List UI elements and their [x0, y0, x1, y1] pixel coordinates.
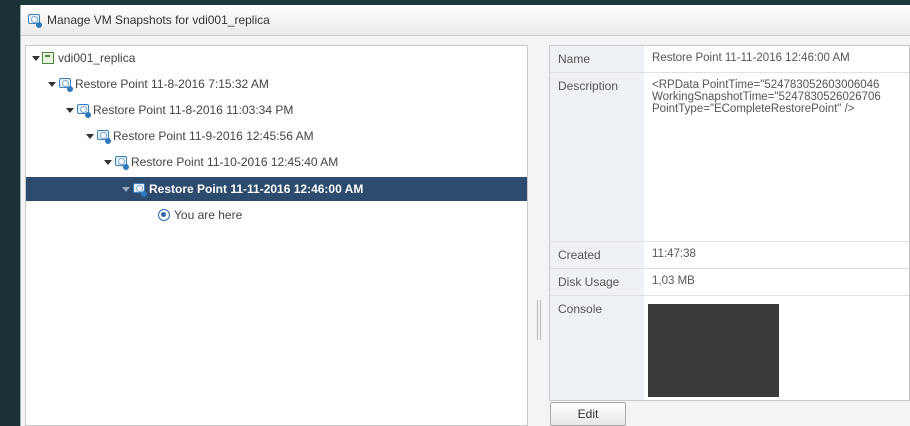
chevron-down-icon[interactable]: [48, 81, 56, 87]
tree-item-snapshot[interactable]: Restore Point 11-8-2016 7:15:32 AM: [26, 72, 527, 96]
disk-usage-value: 1,03 MB: [652, 275, 695, 287]
snapshot-icon: [58, 77, 73, 92]
snapshot-icon: [76, 103, 91, 118]
description-value: <RPData PointTime="524783052603006046 Wo…: [644, 73, 909, 241]
snapshot-details: Name Restore Point 11-11-2016 12:46:00 A…: [549, 45, 910, 401]
name-value: Restore Point 11-11-2016 12:46:00 AM: [652, 52, 850, 64]
description-line: PointType="ECompleteRestorePoint" />: [652, 103, 855, 115]
created-row: Created 11:47:38: [550, 242, 909, 269]
tree-item-you-are-here[interactable]: You are here: [26, 203, 527, 227]
dialog-title: Manage VM Snapshots for vdi001_replica: [47, 13, 270, 27]
snapshot-icon: [96, 129, 111, 144]
disk-usage-label: Disk Usage: [550, 269, 644, 295]
description-line: WorkingSnapshotTime="5247830526026706: [652, 91, 881, 103]
console-value: [644, 296, 909, 400]
tree-item-snapshot-selected[interactable]: Restore Point 11-11-2016 12:46:00 AM: [26, 177, 527, 201]
desktop-background: [0, 0, 20, 426]
chevron-down-icon[interactable]: [122, 186, 130, 192]
console-row: Console: [550, 296, 909, 400]
tree-item-label: Restore Point 11-8-2016 7:15:32 AM: [75, 77, 269, 91]
disk-usage-row: Disk Usage 1,03 MB: [550, 269, 909, 296]
chevron-down-icon[interactable]: [86, 133, 94, 139]
console-label: Console: [550, 296, 644, 400]
dialog-titlebar: Manage VM Snapshots for vdi001_replica: [21, 5, 910, 36]
tree-root-vm[interactable]: vdi001_replica: [26, 46, 527, 70]
you-are-here-label: You are here: [174, 208, 243, 222]
tree-root-label: vdi001_replica: [58, 51, 136, 65]
description-line: <RPData PointTime="524783052603006046: [652, 79, 880, 91]
you-are-here-icon: [158, 209, 170, 221]
console-thumbnail[interactable]: [648, 304, 779, 397]
tree-item-label: Restore Point 11-11-2016 12:46:00 AM: [149, 182, 364, 196]
tree-item-label: Restore Point 11-8-2016 11:03:34 PM: [93, 103, 294, 117]
name-label: Name: [550, 46, 644, 72]
description-row: Description <RPData PointTime="524783052…: [550, 73, 909, 242]
tree-item-snapshot[interactable]: Restore Point 11-10-2016 12:45:40 AM: [26, 150, 527, 174]
vm-icon: [42, 52, 54, 64]
created-label: Created: [550, 242, 644, 268]
tree-item-label: Restore Point 11-10-2016 12:45:40 AM: [131, 155, 339, 169]
tree-item-snapshot[interactable]: Restore Point 11-9-2016 12:45:56 AM: [26, 124, 527, 148]
snapshot-tree: vdi001_replica Restore Point 11-8-2016 7…: [25, 45, 528, 426]
name-row: Name Restore Point 11-11-2016 12:46:00 A…: [550, 46, 909, 73]
vm-snapshot-icon: [27, 13, 42, 28]
edit-button[interactable]: Edit: [550, 402, 626, 426]
snapshot-icon: [132, 182, 147, 197]
chevron-down-icon[interactable]: [104, 159, 112, 165]
tree-item-snapshot[interactable]: Restore Point 11-8-2016 11:03:34 PM: [26, 98, 527, 122]
snapshot-icon: [114, 155, 129, 170]
chevron-down-icon[interactable]: [32, 55, 40, 61]
panel-splitter[interactable]: [537, 300, 541, 340]
tree-item-label: Restore Point 11-9-2016 12:45:56 AM: [113, 129, 314, 143]
chevron-down-icon[interactable]: [66, 107, 74, 113]
description-label: Description: [550, 73, 644, 241]
created-value: 11:47:38: [652, 248, 696, 260]
